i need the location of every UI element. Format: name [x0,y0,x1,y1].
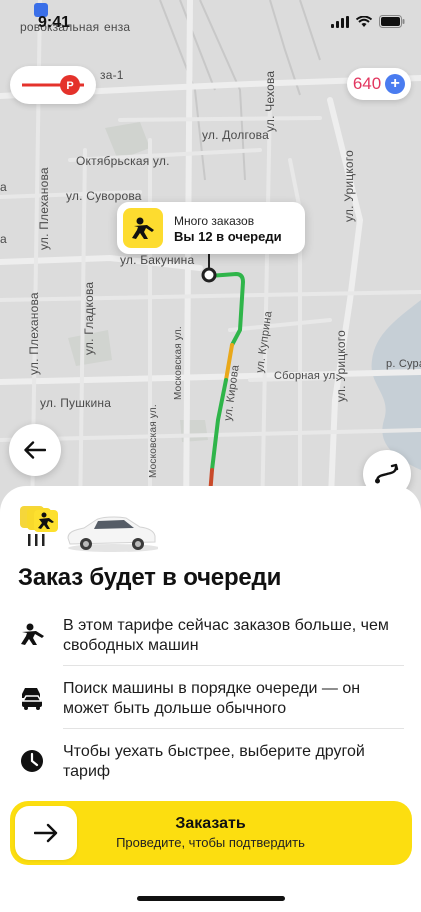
bubble-line1: Много заказов [174,214,255,228]
cars-queue-icon [18,683,46,711]
street-label: ул. Гладкова [82,281,96,355]
bubble-line2: Вы 12 в очереди [174,229,282,244]
plus-icon: + [385,74,406,94]
street-label: ул. Чехова [263,70,277,132]
street-label: за-1 [100,68,124,82]
wifi-icon [356,15,372,27]
map-edge-label: а [0,232,7,246]
queue-car-illustration [20,506,158,552]
pickup-point-marker [201,267,217,283]
svg-text:P: P [66,80,73,92]
street-label: ул. Суворова [66,189,142,203]
street-label: Сборная ул. [274,370,339,382]
divider [63,665,404,666]
order-label: Заказать [175,815,246,832]
parking-icon: P [22,75,84,95]
street-label: Октябрьская ул. [76,154,170,168]
home-indicator [137,896,285,901]
battery-icon [379,15,405,28]
divider [63,728,404,729]
order-slide-button[interactable]: Заказать Проведите, чтобы подтвердить [10,801,412,865]
street-label: ул. Плеханова [27,292,41,375]
info-text: Чтобы уехать быстрее, выберите другой та… [63,743,365,780]
signal-icon [331,15,349,28]
parking-button[interactable]: P [10,66,96,104]
street-label: ул. Долгова [202,128,269,142]
route-icon [375,463,399,484]
running-person-icon [18,620,46,648]
map-edge-label: а [0,180,7,194]
running-person-icon [123,208,163,248]
street-label: ул. Урицкого [334,330,348,402]
street-label: Московская ул. [173,326,184,400]
queue-info-sheet: Заказ будет в очереди В этом тарифе сейч… [0,486,421,912]
street-label: ул. Урицкого [342,150,356,222]
street-label: Московская ул. [148,404,159,478]
status-bar: 9:41 [0,0,421,44]
info-text: В этом тарифе сейчас заказов больше, чем… [63,617,389,654]
status-time: 9:41 [38,14,71,31]
sheet-title: Заказ будет в очереди [18,564,282,591]
clock-icon [18,747,46,775]
arrow-left-icon [24,441,46,459]
street-label: ул. Пушкина [40,396,112,410]
street-label: ул. Плеханова [37,167,51,250]
river-label: р. Сура [386,358,421,370]
street-label: ул. Бакунина [120,253,195,267]
points-badge[interactable]: 640 + [347,68,411,100]
points-value: 640 [352,74,382,93]
back-button[interactable] [9,424,61,476]
info-text: Поиск машины в порядке очереди — он може… [63,680,361,717]
queue-bubble: Много заказов Вы 12 в очереди [117,202,305,254]
order-sublabel: Проведите, чтобы подтвердить [116,835,305,850]
